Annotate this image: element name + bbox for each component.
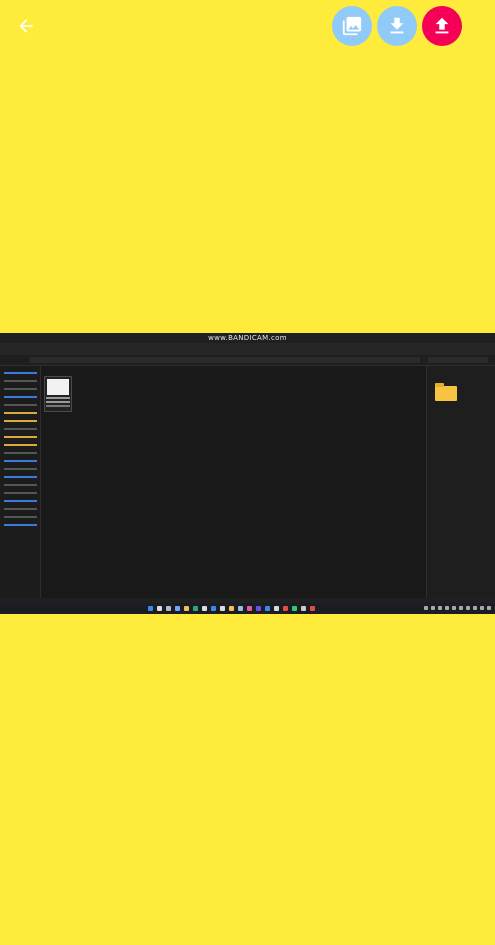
preview-file-area bbox=[41, 366, 426, 598]
upload-icon bbox=[435, 17, 449, 34]
taskbar-icons bbox=[148, 606, 315, 611]
arrow-back-icon bbox=[19, 19, 33, 33]
preview-nav-pane bbox=[0, 366, 41, 598]
file-thumbnail bbox=[44, 376, 72, 412]
bandicam-watermark: www.BANDICAM.com bbox=[208, 334, 287, 342]
search-field bbox=[428, 357, 488, 363]
address-field bbox=[30, 357, 420, 363]
folder-icon bbox=[435, 383, 457, 401]
photo-library-icon bbox=[342, 16, 362, 36]
download-button[interactable] bbox=[377, 6, 417, 46]
preview-taskbar bbox=[0, 603, 495, 614]
preview-details-pane bbox=[426, 366, 495, 598]
upload-button[interactable] bbox=[422, 6, 462, 46]
download-icon bbox=[390, 17, 404, 34]
preview-address-bar bbox=[0, 355, 495, 366]
app-bar bbox=[0, 0, 495, 52]
gallery-button[interactable] bbox=[332, 6, 372, 46]
screenshot-preview[interactable]: www.BANDICAM.com bbox=[0, 333, 495, 614]
preview-titlebar: www.BANDICAM.com bbox=[0, 333, 495, 343]
back-button[interactable] bbox=[12, 12, 40, 40]
system-tray bbox=[424, 606, 491, 610]
